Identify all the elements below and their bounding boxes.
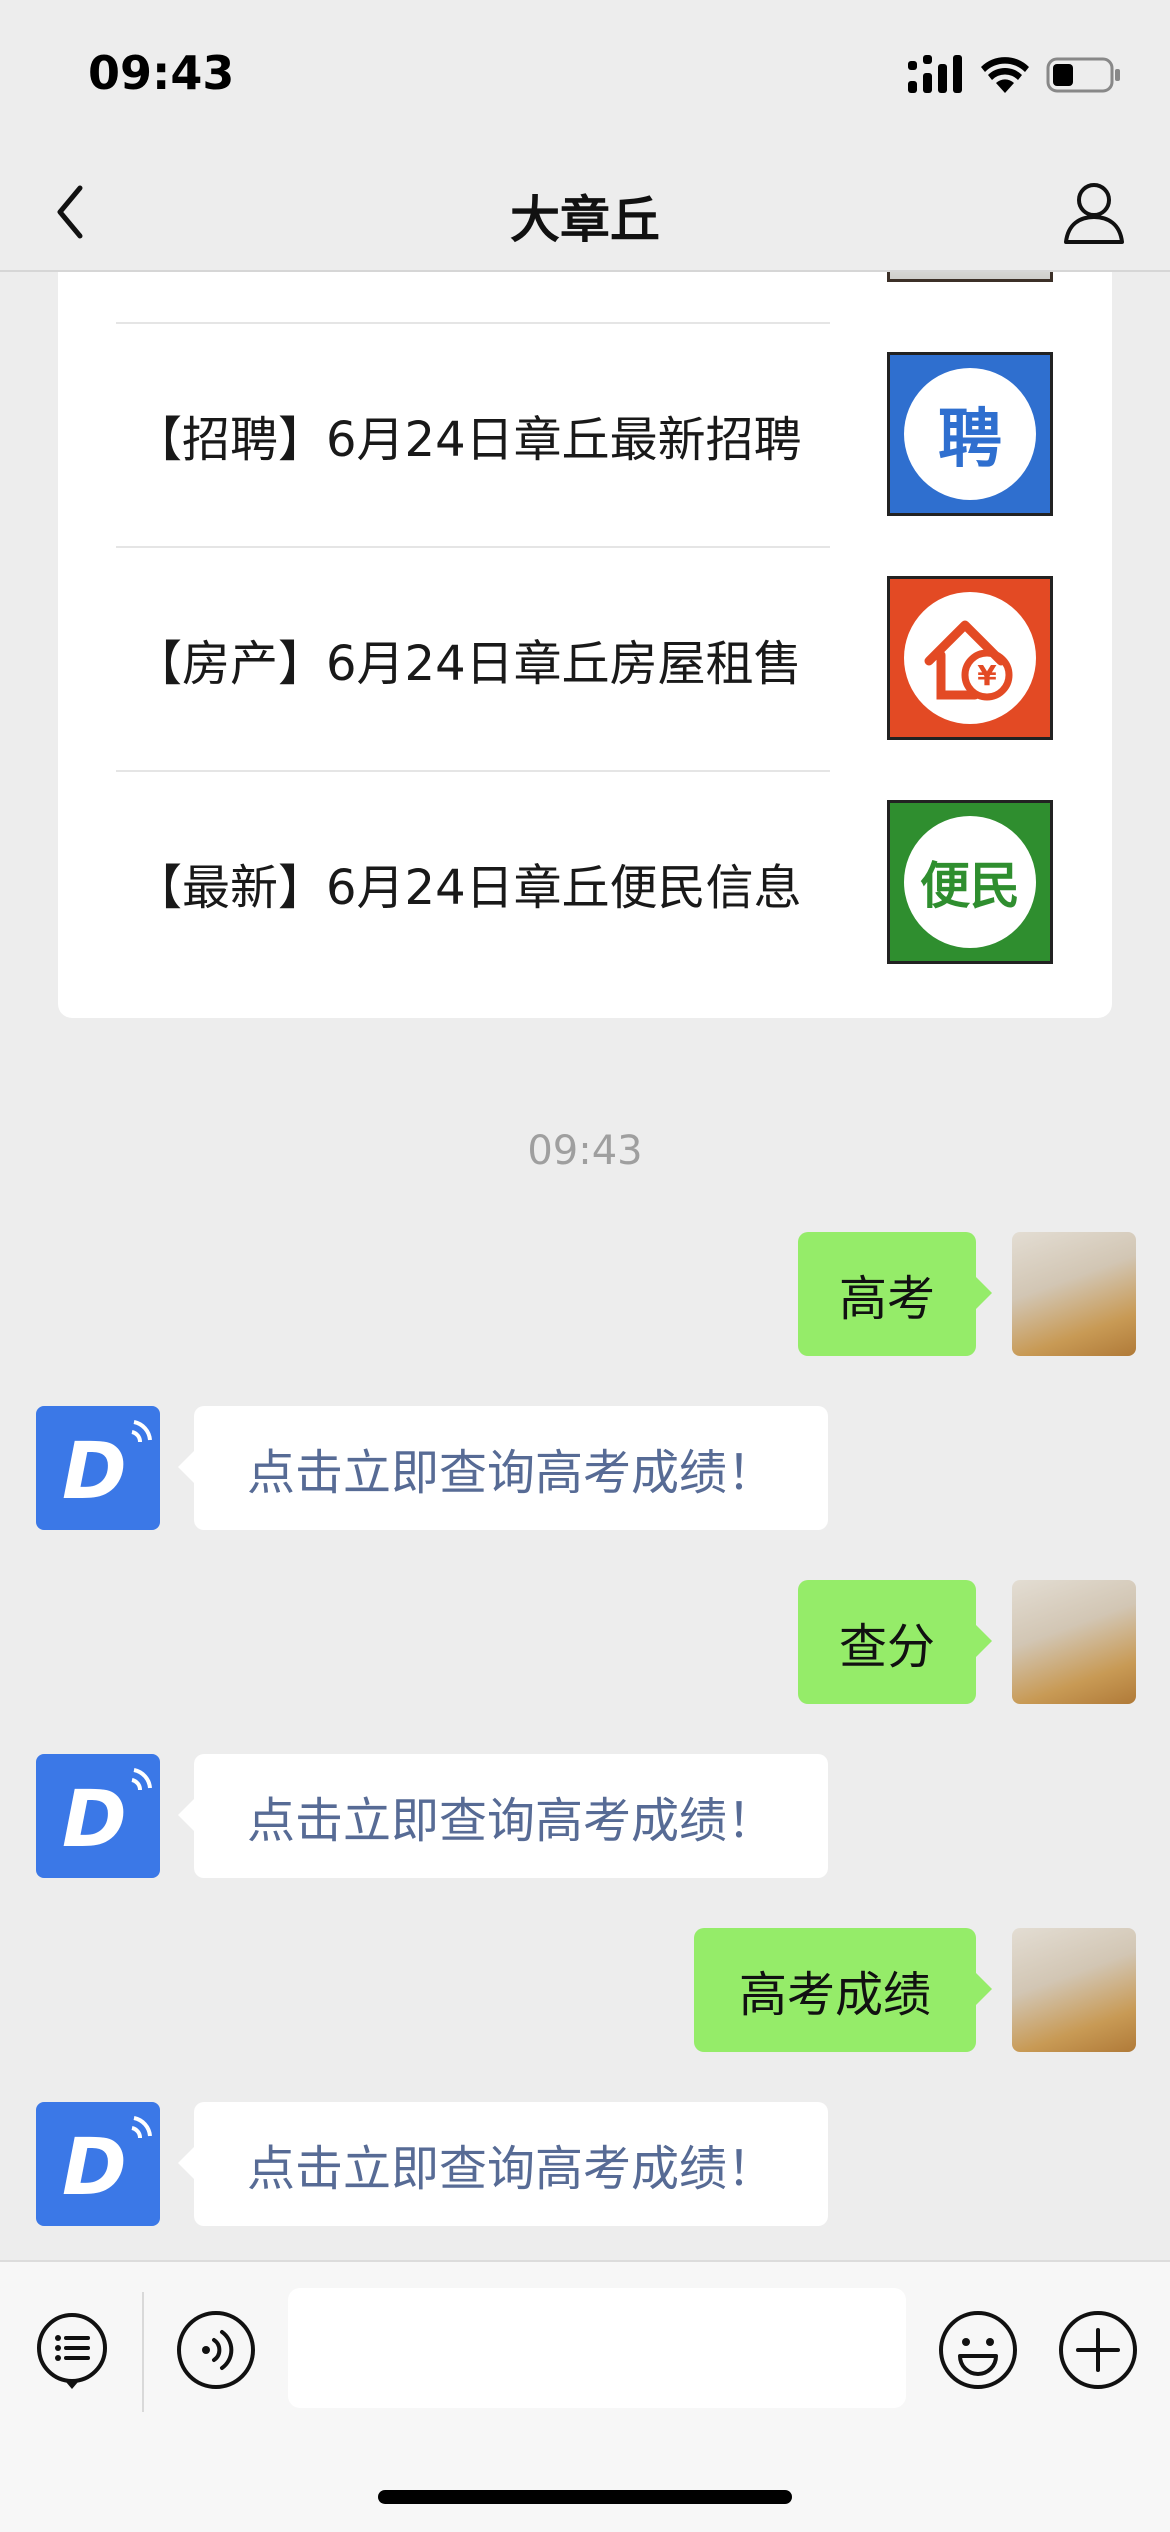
wifi-icon bbox=[981, 57, 1029, 93]
menu-list-icon[interactable] bbox=[30, 2308, 114, 2392]
status-bar: 09:43 bbox=[0, 0, 1170, 150]
d-logo-icon: D bbox=[62, 2116, 152, 2213]
bot-avatar[interactable]: D bbox=[36, 2102, 160, 2226]
received-message: D 点击立即查询高考成绩！ bbox=[0, 2102, 1170, 2226]
svg-text:D: D bbox=[62, 1427, 127, 1517]
divider bbox=[116, 322, 830, 324]
chat-title: 大章丘 bbox=[510, 191, 660, 249]
query-link-bubble[interactable]: 点击立即查询高考成绩！ bbox=[178, 1406, 828, 1530]
d-logo-icon: D bbox=[62, 1768, 152, 1865]
my-avatar[interactable] bbox=[1012, 1928, 1136, 2052]
article-item[interactable]: 【最新】6月24日章丘便民信息 便民 bbox=[116, 770, 1054, 994]
my-avatar[interactable] bbox=[1012, 1580, 1136, 1704]
received-message: D 点击立即查询高考成绩！ bbox=[0, 1406, 1170, 1530]
svg-text:¥: ¥ bbox=[977, 659, 997, 692]
article-thumbnail-partial[interactable] bbox=[887, 272, 1053, 282]
my-avatar[interactable] bbox=[1012, 1232, 1136, 1356]
article-item[interactable]: 【房产】6月24日章丘房屋租售 ¥ bbox=[116, 546, 1054, 770]
bot-avatar[interactable]: D bbox=[36, 1406, 160, 1530]
house-icon: ¥ bbox=[924, 620, 1013, 701]
chat-message-list[interactable]: 【招聘】6月24日章丘最新招聘 聘 【房产】6月24日章丘房屋租售 ¥ 【最新】… bbox=[0, 272, 1170, 2260]
sent-message: 查分 bbox=[0, 1580, 1170, 1704]
sent-message: 高考 bbox=[0, 1232, 1170, 1356]
article-item[interactable]: 【招聘】6月24日章丘最新招聘 聘 bbox=[116, 322, 1054, 546]
svg-text:D: D bbox=[62, 1775, 127, 1865]
plus-icon[interactable] bbox=[1056, 2308, 1140, 2392]
divider bbox=[142, 2292, 144, 2412]
profile-icon[interactable] bbox=[1054, 172, 1134, 252]
battery-icon bbox=[1046, 57, 1120, 93]
recruit-icon: 聘 bbox=[904, 368, 1036, 500]
home-indicator bbox=[378, 2490, 792, 2504]
chat-screen: 09:43 大章丘 【招聘】6月24日章丘最新招聘 聘 【房产】6月24日章丘房… bbox=[0, 0, 1170, 2532]
received-message: D 点击立即查询高考成绩！ bbox=[0, 1754, 1170, 1878]
d-logo-icon: D bbox=[62, 1420, 152, 1517]
divider bbox=[116, 770, 830, 772]
message-bubble[interactable]: 查分 bbox=[798, 1580, 992, 1704]
status-icons bbox=[908, 50, 1122, 100]
article-thumbnail: ¥ bbox=[887, 576, 1053, 740]
house-price-icon: ¥ bbox=[904, 592, 1036, 724]
cellular-signal-icon bbox=[908, 55, 962, 93]
convenience-icon: 便民 bbox=[904, 816, 1036, 948]
query-link-bubble[interactable]: 点击立即查询高考成绩！ bbox=[178, 2102, 828, 2226]
message-bubble[interactable]: 高考 bbox=[798, 1232, 992, 1356]
article-title: 【最新】6月24日章丘便民信息 bbox=[134, 860, 802, 916]
article-thumbnail: 聘 bbox=[887, 352, 1053, 516]
divider bbox=[116, 546, 830, 548]
bot-avatar[interactable]: D bbox=[36, 1754, 160, 1878]
status-time: 09:43 bbox=[88, 46, 235, 100]
article-thumbnail: 便民 bbox=[887, 800, 1053, 964]
query-link-bubble[interactable]: 点击立即查询高考成绩！ bbox=[178, 1754, 828, 1878]
nav-bar: 大章丘 bbox=[0, 150, 1170, 272]
emoji-icon[interactable] bbox=[936, 2308, 1020, 2392]
article-card: 【招聘】6月24日章丘最新招聘 聘 【房产】6月24日章丘房屋租售 ¥ 【最新】… bbox=[58, 272, 1112, 1018]
sent-message: 高考成绩 bbox=[0, 1928, 1170, 2052]
message-input[interactable] bbox=[288, 2288, 906, 2408]
svg-text:D: D bbox=[62, 2123, 127, 2213]
message-timestamp: 09:43 bbox=[527, 1128, 643, 1174]
article-title: 【招聘】6月24日章丘最新招聘 bbox=[134, 412, 802, 468]
voice-icon[interactable] bbox=[174, 2308, 258, 2392]
message-bubble[interactable]: 高考成绩 bbox=[694, 1928, 992, 2052]
article-title: 【房产】6月24日章丘房屋租售 bbox=[134, 636, 802, 692]
